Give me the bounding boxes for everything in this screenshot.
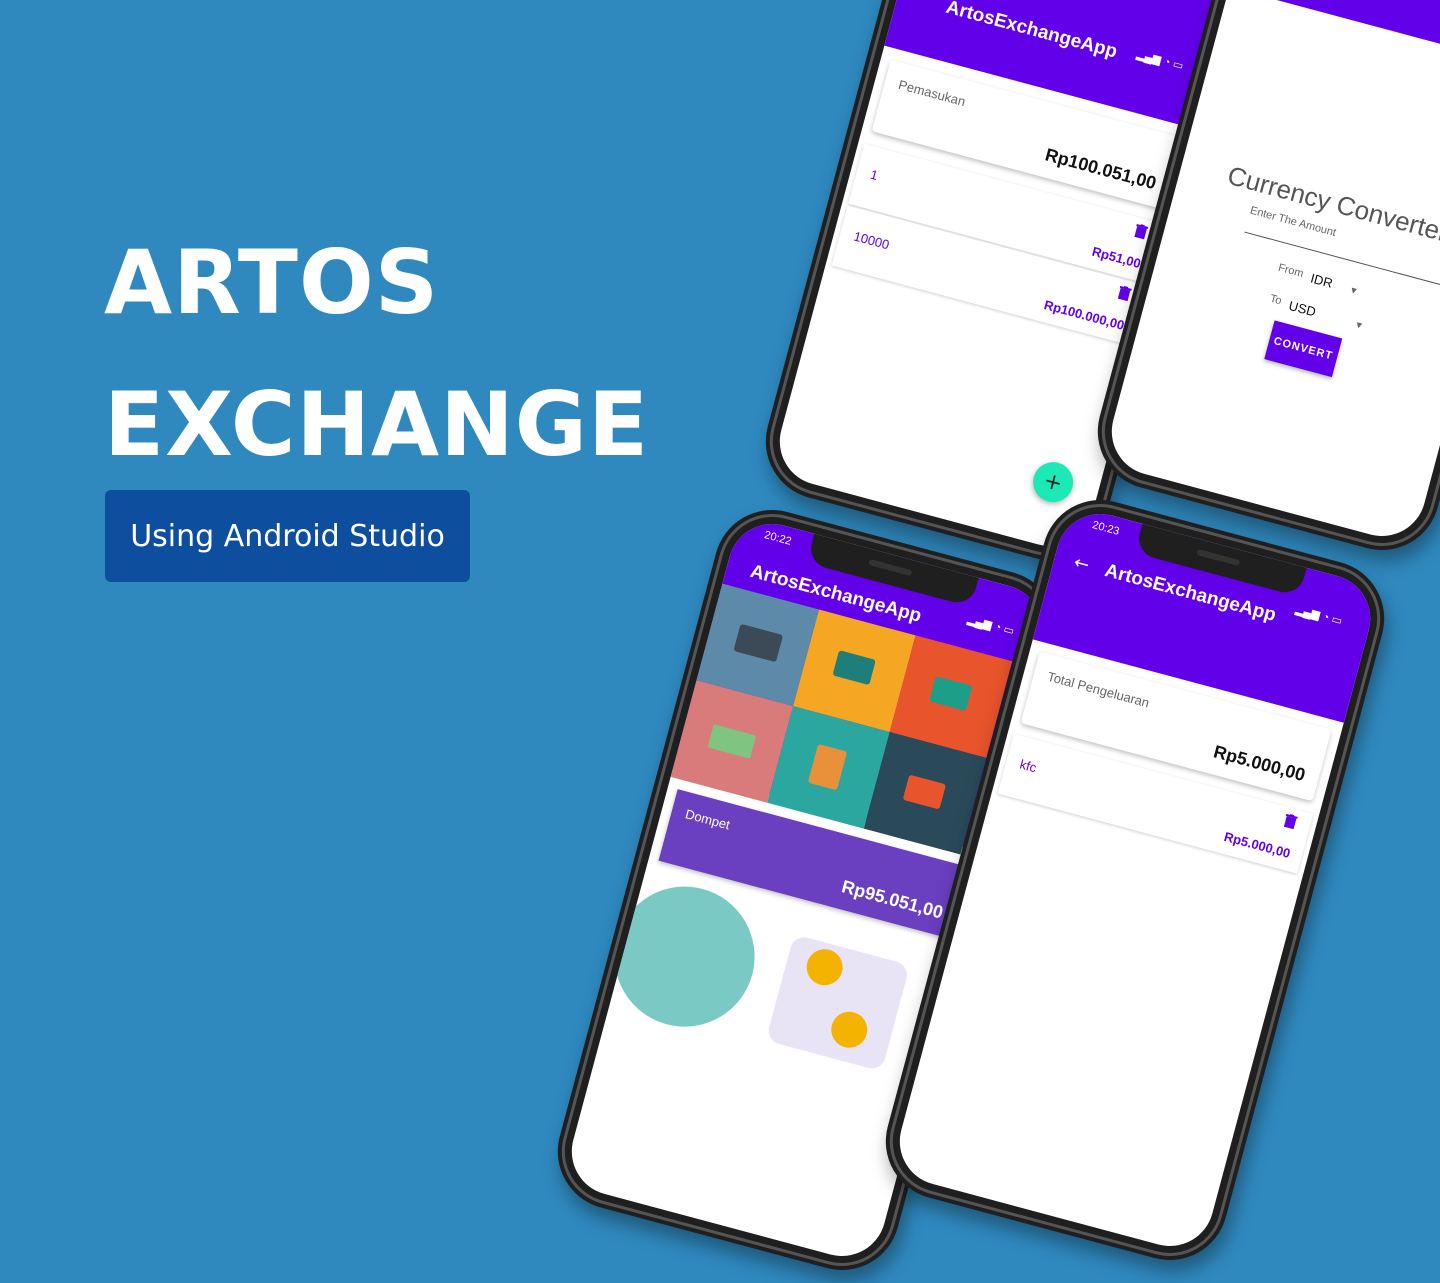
- status-icons: ▂▄▆ ◔ ▭: [1294, 603, 1344, 628]
- status-icons: ▂▄▆ ◔ ▭: [1135, 48, 1185, 73]
- hero-title: ARTOS EXCHANGE: [104, 212, 649, 496]
- list-item-name: 1: [868, 166, 880, 184]
- convert-button[interactable]: CONVERT: [1264, 320, 1343, 378]
- money-icon: [707, 724, 757, 759]
- expense-summary-label: Total Pengeluaran: [1045, 668, 1152, 711]
- delete-icon[interactable]: [1283, 813, 1298, 830]
- wallet-card-amount: Rp95.051,00: [839, 876, 946, 923]
- list-item-name: kfc: [1018, 756, 1039, 776]
- list-item-amount: Rp5.000,00: [1222, 828, 1293, 861]
- to-select[interactable]: USD: [1287, 298, 1317, 320]
- status-icons: ▂▄▆ ◔ ▭: [966, 613, 1016, 638]
- subtitle-badge: Using Android Studio: [105, 490, 470, 582]
- wallet-icon: [929, 676, 973, 711]
- app-title: ArtosExchangeApp: [943, 0, 1120, 63]
- coin-icon: [802, 945, 847, 990]
- from-select[interactable]: IDR: [1309, 271, 1335, 291]
- chevron-down-icon[interactable]: ▾: [1355, 318, 1364, 332]
- wallet-icon: [807, 743, 848, 791]
- from-label: From: [1276, 261, 1305, 281]
- exchange-shortcut[interactable]: [765, 934, 911, 1072]
- hero-title-line1: ARTOS: [104, 231, 440, 334]
- converter-title: Currency Converter: [1224, 159, 1440, 248]
- list-item-name: 10000: [852, 228, 891, 253]
- delete-icon[interactable]: [1133, 223, 1149, 240]
- income-shortcut[interactable]: [598, 870, 771, 1043]
- wallet-icon: [832, 650, 876, 686]
- delete-icon[interactable]: [1117, 285, 1132, 302]
- card-icon: [733, 623, 784, 663]
- hero-title-line2: EXCHANGE: [104, 373, 650, 476]
- income-summary-label: Pemasukan: [896, 76, 968, 110]
- income-summary-amount: Rp100.051,00: [1043, 144, 1159, 194]
- expense-summary-amount: Rp5.000,00: [1211, 741, 1308, 786]
- add-button[interactable]: +: [1028, 457, 1078, 507]
- wallet-icon: [902, 774, 947, 810]
- list-item-amount: Rp51,00: [1090, 243, 1143, 272]
- app-bar: [1229, 0, 1440, 71]
- back-arrow-icon[interactable]: ←: [1072, 552, 1092, 576]
- list-item-amount: Rp100.000,00: [1042, 297, 1126, 333]
- coin-icon: [827, 1007, 872, 1052]
- to-label: To: [1268, 292, 1283, 308]
- chevron-down-icon[interactable]: ▾: [1349, 283, 1358, 297]
- wallet-card-label: Dompet: [683, 806, 732, 833]
